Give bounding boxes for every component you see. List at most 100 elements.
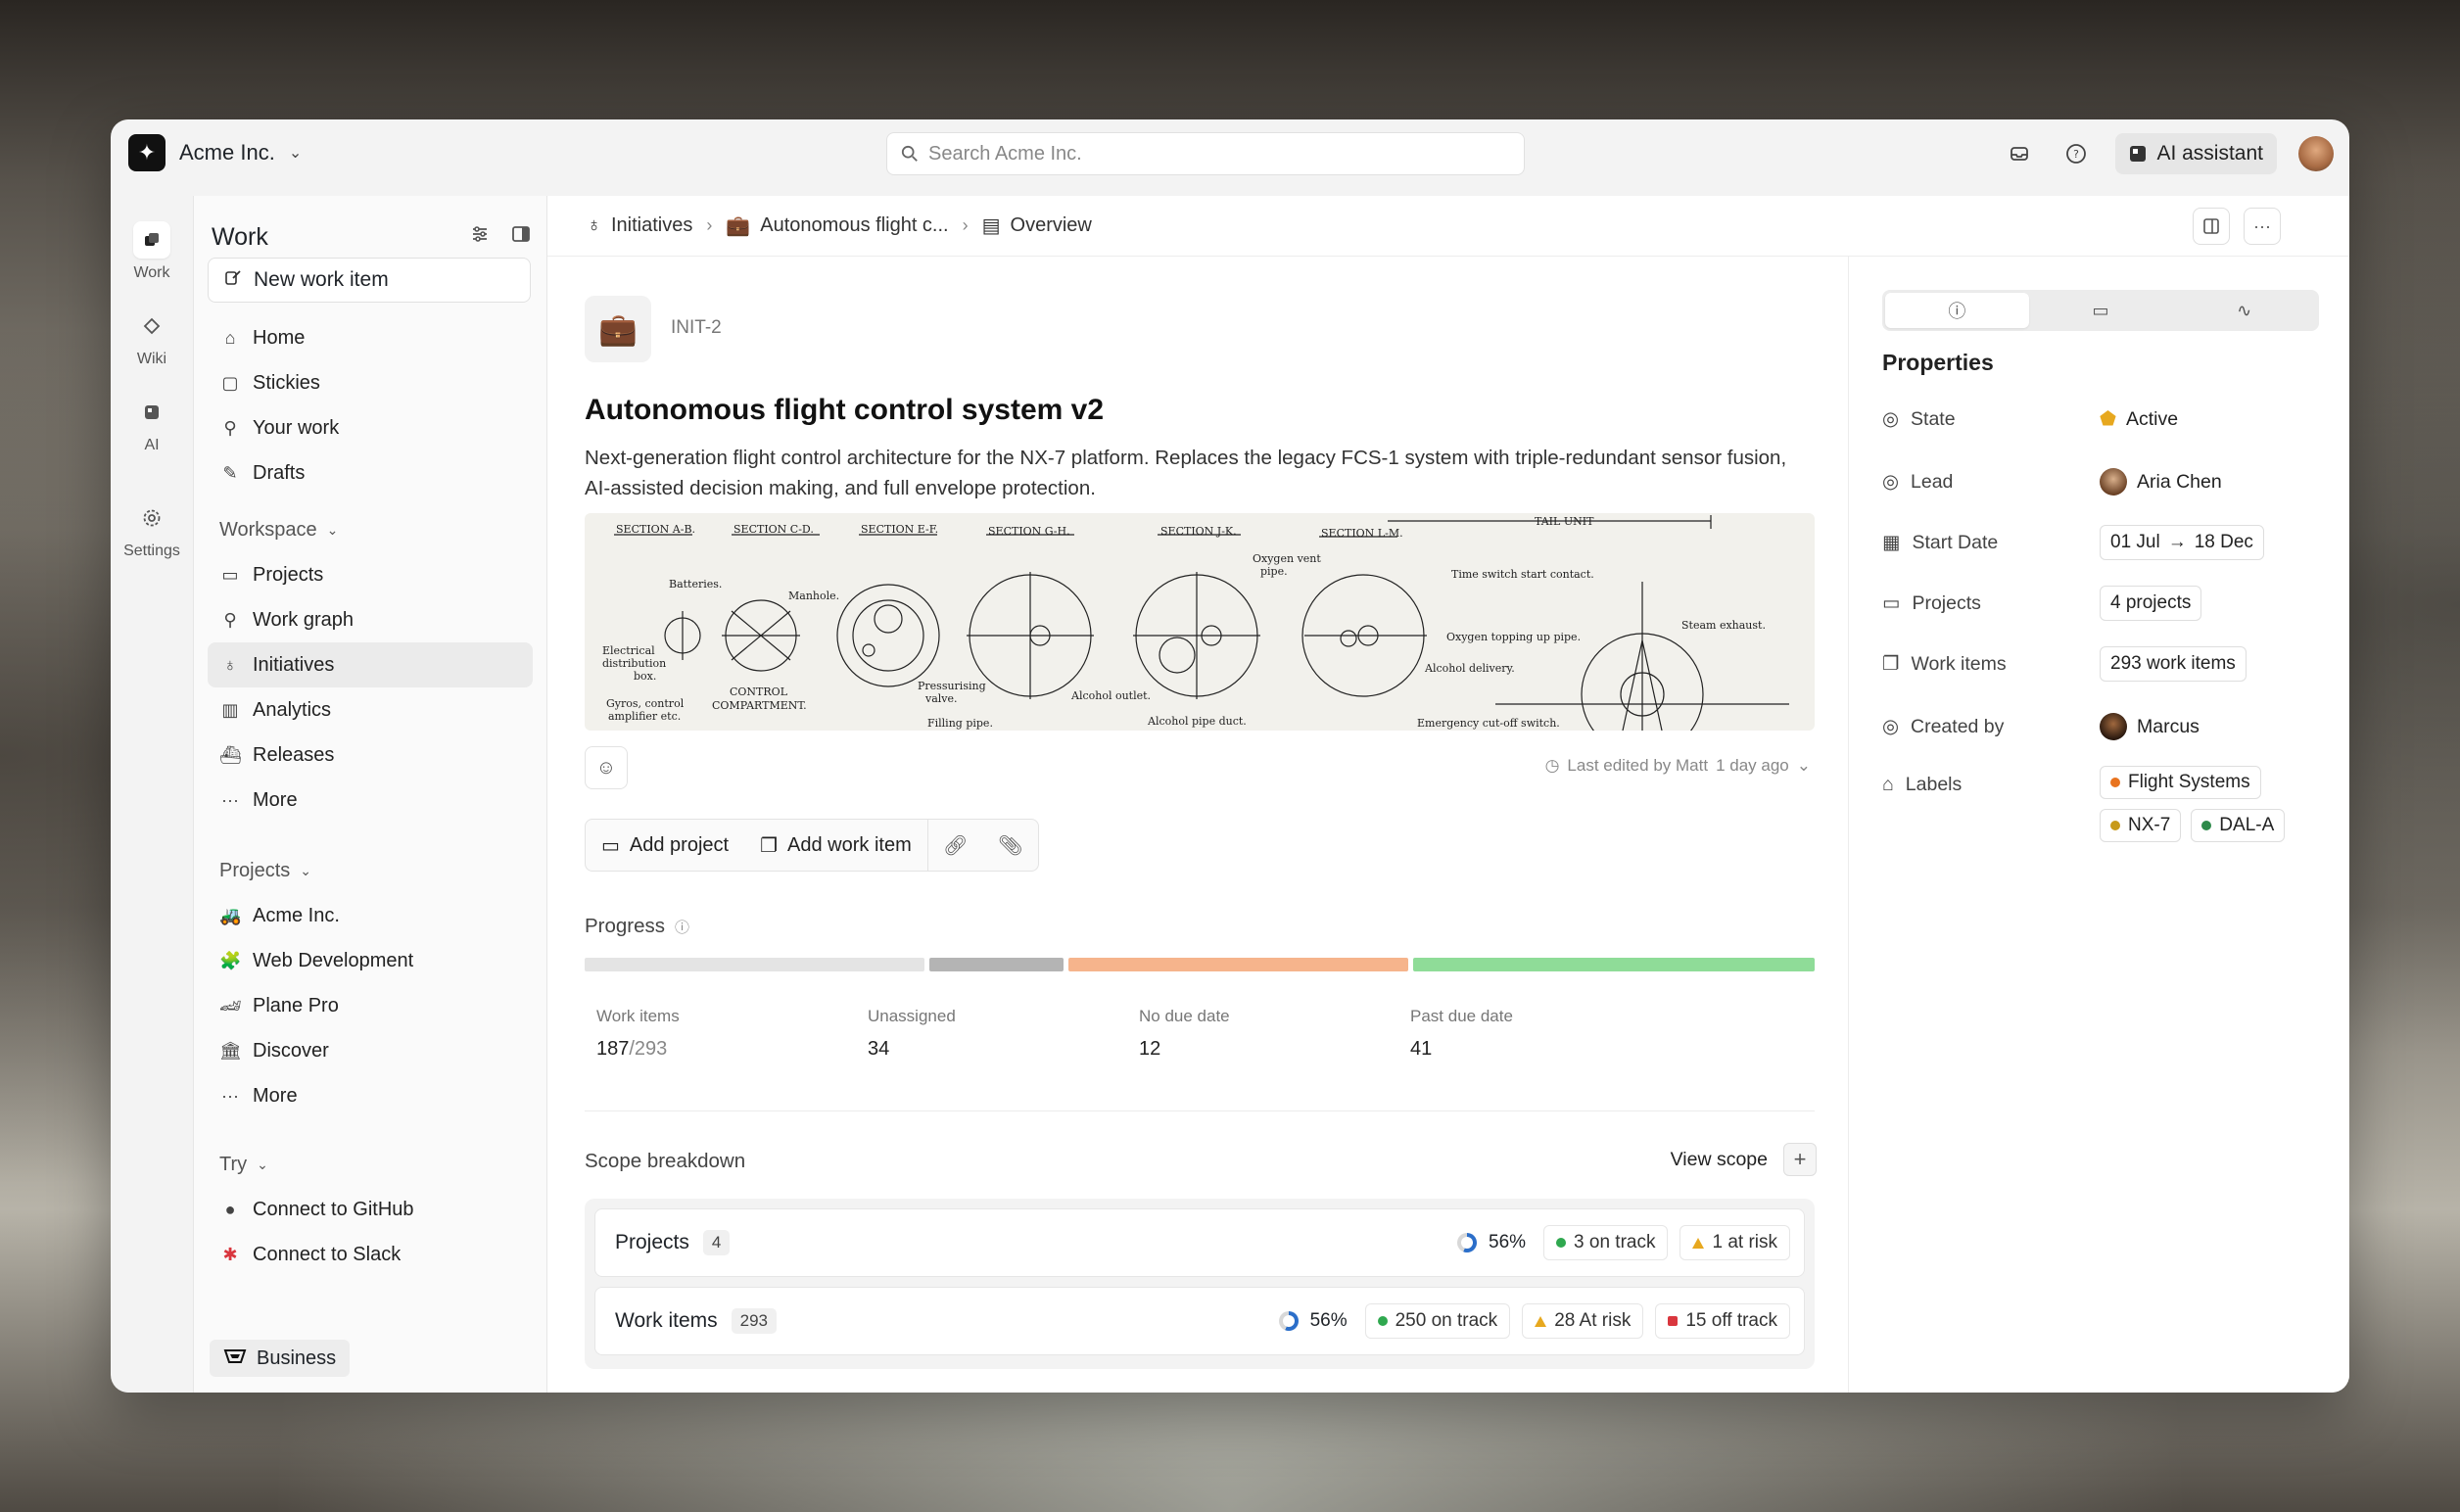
projects-chip[interactable]: 4 projects <box>2100 586 2202 621</box>
at-risk-label: 28 At risk <box>1554 1310 1632 1331</box>
sidebar-item-your-work[interactable]: ⚲ Your work <box>208 405 533 450</box>
main-panel: ♁ Initiatives › 💼 Autonomous flight c...… <box>547 196 2349 1393</box>
sidebar-item-analytics[interactable]: ▥ Analytics <box>208 687 533 732</box>
sidebar-item-more[interactable]: ··· More <box>208 778 533 823</box>
creator-avatar <box>2100 713 2127 740</box>
date-range-chip[interactable]: 01 Jul → 18 Dec <box>2100 525 2264 560</box>
page-title[interactable]: Autonomous flight control system v2 <box>585 394 1104 427</box>
blueprint-label: amplifier etc. <box>608 710 681 723</box>
sidebar-item-initiatives[interactable]: ♁ Initiatives <box>208 642 533 687</box>
stat-value: 187/293 <box>596 1038 868 1061</box>
sidebar-item-projects[interactable]: ▭ Projects <box>208 552 533 597</box>
tab-activity[interactable]: ∿ <box>2172 293 2316 328</box>
sidebar-item-drafts[interactable]: ✎ Drafts <box>208 450 533 496</box>
scope-row-work-items[interactable]: Work items 293 56% 250 on track 28 At ri… <box>594 1287 1805 1355</box>
stat-past-due-date[interactable]: Past due date 41 <box>1410 1007 1681 1061</box>
breadcrumb-initiatives[interactable]: ♁ Initiatives <box>587 214 692 237</box>
sidebar-item-label: Acme Inc. <box>253 904 340 926</box>
scope-percent: 56% <box>1309 1310 1348 1331</box>
created-by-value[interactable]: Marcus <box>2100 713 2200 740</box>
add-reaction-button[interactable]: ☺ <box>585 746 628 789</box>
ai-assistant-button[interactable]: AI assistant <box>2115 133 2277 174</box>
chevron-right-icon: › <box>706 215 713 235</box>
at-risk-badge[interactable]: 1 at risk <box>1679 1225 1790 1260</box>
sidebar-item-stickies[interactable]: ▢ Stickies <box>208 360 533 405</box>
property-label: Projects <box>1912 591 1981 614</box>
breadcrumb-overview[interactable]: ▤ Overview <box>982 213 1092 238</box>
work-items-chip[interactable]: 293 work items <box>2100 646 2247 682</box>
add-work-item-button[interactable]: ❐ Add work item <box>744 820 927 871</box>
more-options-button[interactable]: ··· <box>2244 208 2281 245</box>
stat-value-done: 187 <box>596 1038 630 1060</box>
sidebar-toggle-icon[interactable] <box>511 224 531 250</box>
section-divider <box>585 1110 1815 1111</box>
panel-tabs: ⓘ ▭ ∿ <box>1882 290 2319 331</box>
sidebar-project-plane-pro[interactable]: 🏎 Plane Pro <box>208 983 533 1028</box>
briefcase-icon: 💼 <box>726 215 751 237</box>
initiative-description[interactable]: Next-generation flight control architect… <box>585 443 1809 503</box>
rail-item-settings[interactable]: Settings <box>111 499 193 560</box>
search-icon <box>901 145 918 162</box>
sidebar-project-web-development[interactable]: 🧩 Web Development <box>208 938 533 983</box>
tab-comments[interactable]: ▭ <box>2029 293 2173 328</box>
ai-assistant-label: AI assistant <box>2156 142 2263 165</box>
off-track-badge[interactable]: 15 off track <box>1655 1303 1790 1339</box>
projects-section-header[interactable]: Projects ⌄ <box>208 848 533 893</box>
tab-info[interactable]: ⓘ <box>1885 293 2029 328</box>
last-edited[interactable]: ◷ Last edited by Matt 1 day ago ⌄ <box>1545 756 1811 776</box>
view-scope-button[interactable]: View scope <box>1671 1149 1768 1171</box>
sidebar-item-releases[interactable]: ⛴ Releases <box>208 732 533 778</box>
label-chip[interactable]: DAL-A <box>2191 809 2286 842</box>
sidebar-item-work-graph[interactable]: ⚲ Work graph <box>208 597 533 642</box>
add-project-button[interactable]: ▭ Add project <box>586 820 744 871</box>
plan-badge[interactable]: Business <box>210 1340 351 1377</box>
lead-value[interactable]: Aria Chen <box>2100 468 2222 496</box>
blueprint-label: SECTION E-F. <box>861 523 938 536</box>
work-item-icon: ❐ <box>760 834 779 857</box>
on-track-badge[interactable]: 3 on track <box>1543 1225 1669 1260</box>
org-switcher[interactable]: ✦ Acme Inc. ⌄ <box>128 133 302 172</box>
workspace-section-header[interactable]: Workspace ⌄ <box>208 507 533 552</box>
rail-item-ai[interactable]: AI <box>111 394 193 454</box>
sidebar-item-connect-github[interactable]: ● Connect to GitHub <box>208 1187 533 1232</box>
sidebar-item-home[interactable]: ⌂ Home <box>208 315 533 360</box>
try-section-header[interactable]: Try ⌄ <box>208 1142 533 1187</box>
search-bar[interactable] <box>886 132 1525 175</box>
stat-work-items[interactable]: Work items 187/293 <box>596 1007 868 1061</box>
initiative-id: INIT-2 <box>671 317 722 338</box>
add-scope-button[interactable]: + <box>1783 1143 1817 1176</box>
new-work-item-button[interactable]: New work item <box>208 258 531 303</box>
lead-name: Aria Chen <box>2137 470 2222 493</box>
sidebar-projects-more[interactable]: ··· More <box>208 1073 533 1118</box>
label-chip[interactable]: Flight Systems <box>2100 766 2261 799</box>
stat-no-due-date[interactable]: No due date 12 <box>1139 1007 1410 1061</box>
panel-toggle-button[interactable] <box>2193 208 2230 245</box>
primary-nav: ⌂ Home ▢ Stickies ⚲ Your work ✎ Drafts <box>208 315 533 496</box>
rail-item-work[interactable]: Work <box>111 221 193 282</box>
sidebar-project-acme[interactable]: 🚜 Acme Inc. <box>208 893 533 938</box>
inbox-icon[interactable] <box>2002 136 2037 171</box>
info-icon[interactable]: ⓘ <box>675 917 689 937</box>
rail-item-wiki[interactable]: Wiki <box>111 307 193 368</box>
scope-row-projects[interactable]: Projects 4 56% 3 on track 1 at risk <box>594 1208 1805 1277</box>
sticky-note-icon: ▢ <box>221 372 239 393</box>
link-button[interactable]: 🔗︎ <box>928 820 983 871</box>
sidebar-item-label: Work graph <box>253 608 355 631</box>
blueprint-label: Pressurising <box>918 680 986 692</box>
link-icon: 🔗︎ <box>943 834 969 857</box>
user-avatar[interactable] <box>2298 136 2334 171</box>
filter-icon[interactable] <box>470 224 490 250</box>
state-value[interactable]: ⬟ Active <box>2100 407 2178 431</box>
on-track-badge[interactable]: 250 on track <box>1364 1303 1511 1339</box>
help-icon[interactable]: ? <box>2058 136 2094 171</box>
sidebar-item-connect-slack[interactable]: ✱ Connect to Slack <box>208 1232 533 1277</box>
attach-button[interactable]: 📎︎ <box>983 820 1038 871</box>
search-input[interactable] <box>928 142 1477 165</box>
at-risk-badge[interactable]: 28 At risk <box>1522 1303 1644 1339</box>
stat-unassigned[interactable]: Unassigned 34 <box>868 1007 1139 1061</box>
initiative-icon[interactable]: 💼 <box>585 296 651 362</box>
sidebar-project-discover[interactable]: 🏛 Discover <box>208 1028 533 1073</box>
chevron-down-icon: ⌄ <box>326 521 339 538</box>
breadcrumb-initiative[interactable]: 💼 Autonomous flight c... <box>726 213 948 238</box>
label-chip[interactable]: NX-7 <box>2100 809 2182 842</box>
